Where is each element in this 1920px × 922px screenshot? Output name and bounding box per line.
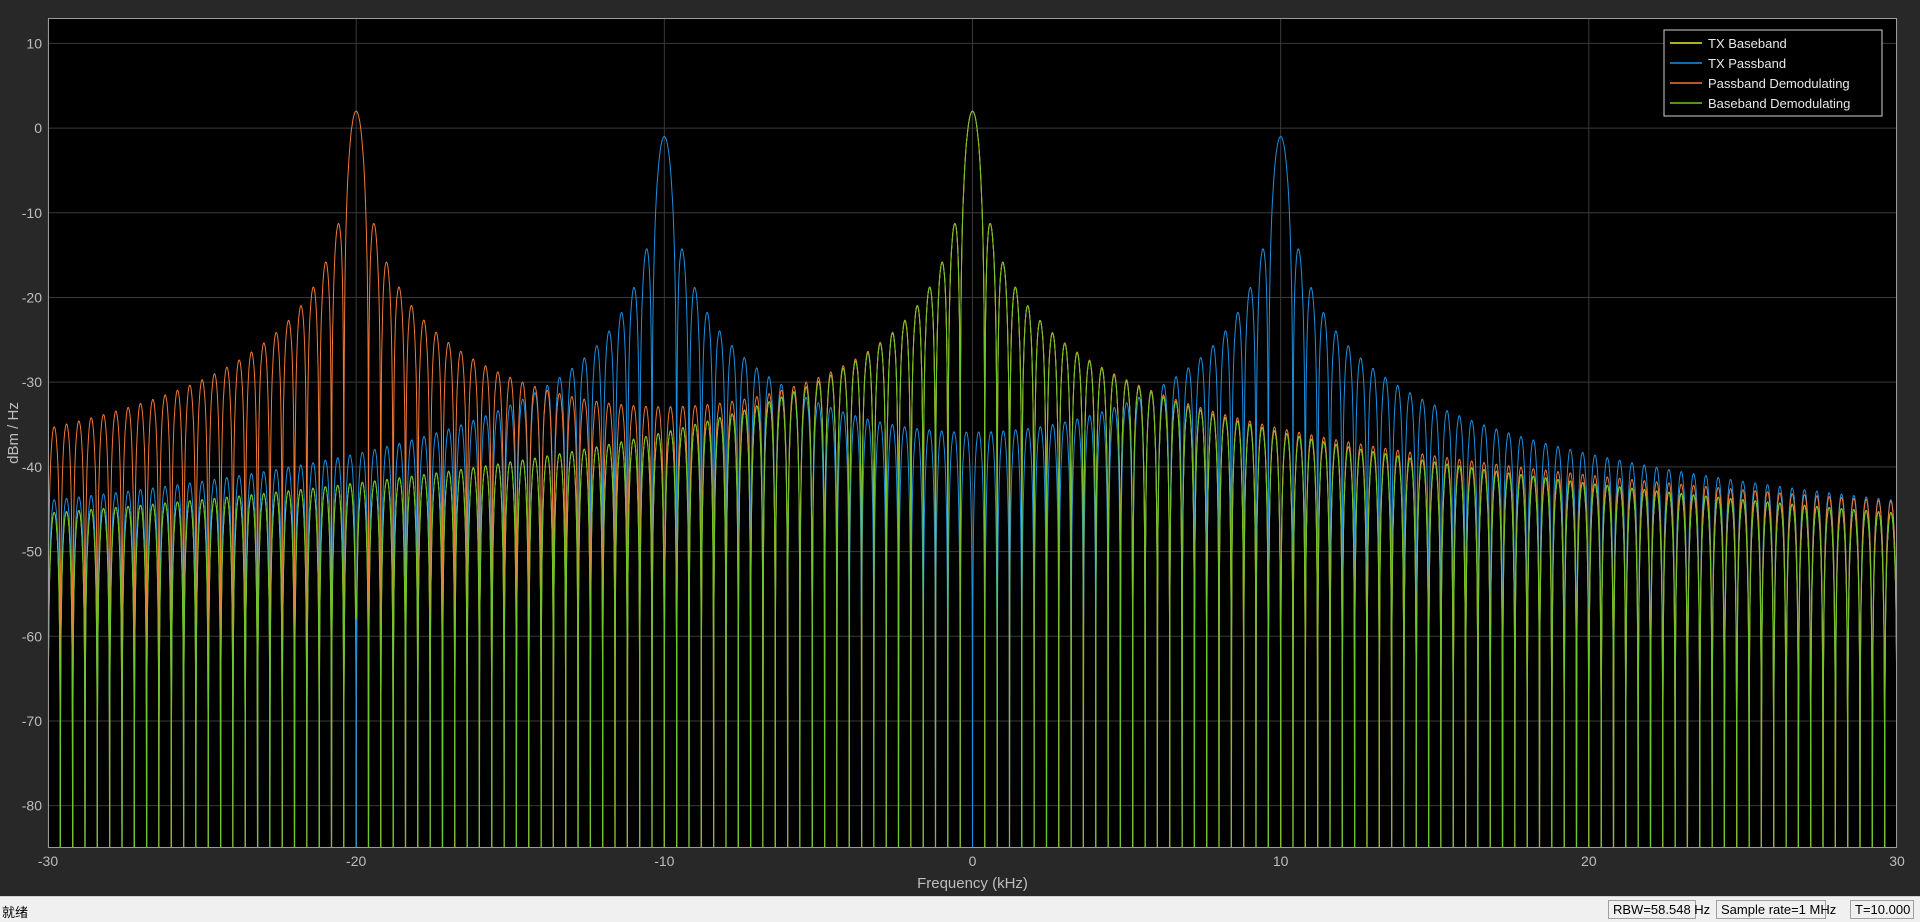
status-bar: 就绪 RBW=58.548 Hz Sample rate=1 MHz T=10.… [0, 896, 1920, 922]
legend-label: Baseband Demodulating [1708, 96, 1850, 111]
status-text: 就绪 [2, 905, 29, 920]
y-tick-label: -10 [22, 205, 42, 221]
x-tick-label: 20 [1581, 853, 1597, 869]
rbw-readout: RBW=58.548 Hz [1608, 900, 1710, 919]
x-tick-label: -30 [38, 853, 58, 869]
y-tick-label: -60 [22, 628, 42, 644]
y-axis-label: dBm / Hz [5, 402, 22, 464]
sample-rate-readout: Sample rate=1 MHz [1716, 900, 1836, 919]
x-tick-label: 10 [1273, 853, 1289, 869]
y-tick-label: -50 [22, 544, 42, 560]
x-tick-label: -10 [654, 853, 674, 869]
x-tick-label: 30 [1889, 853, 1905, 869]
x-axis-label: Frequency (kHz) [917, 875, 1028, 892]
y-tick-label: 0 [34, 120, 42, 136]
legend-label: TX Passband [1708, 56, 1786, 71]
legend-label: Passband Demodulating [1708, 76, 1850, 91]
y-tick-label: -80 [22, 798, 42, 814]
time-readout: T=10.000 [1850, 900, 1914, 919]
x-tick-label: -20 [346, 853, 366, 869]
y-tick-label: 10 [26, 35, 42, 51]
y-tick-label: -40 [22, 459, 42, 475]
legend[interactable]: TX Baseband TX Passband Passband Demodulat… [1663, 29, 1883, 117]
y-tick-label: -30 [22, 374, 42, 390]
spectrum-analyzer-display: -30 -20 -10 0 10 20 30 -80 -70 -60 -50 -40 -30 -20 -10… [0, 0, 1920, 896]
y-tick-label: -20 [22, 289, 42, 305]
x-tick-label: 0 [969, 853, 977, 869]
spectrum-plot: -30 -20 -10 0 10 20 30 -80 -70 -60 -50 -40 -30 -20 -10… [5, 18, 1905, 892]
legend-label: TX Baseband [1708, 36, 1787, 51]
y-tick-label: -70 [22, 713, 42, 729]
